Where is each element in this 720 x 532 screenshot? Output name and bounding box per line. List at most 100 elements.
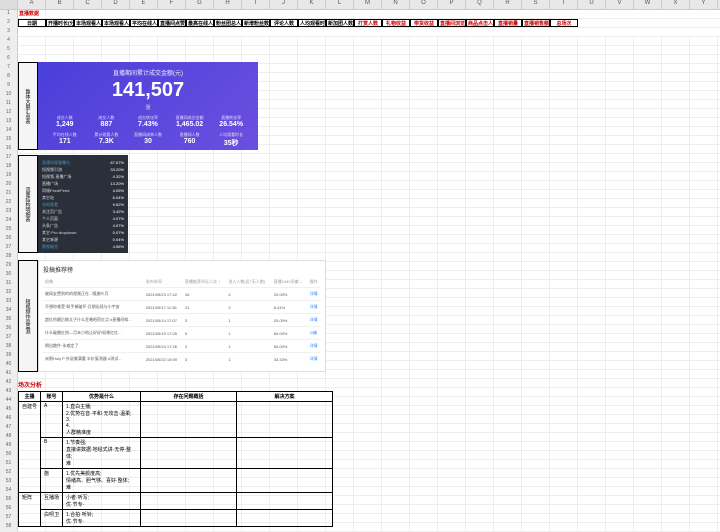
col-X[interactable]: X [662,0,690,9]
detail-link[interactable]: 2/编 [308,327,321,340]
rank-col[interactable]: 直播GMV贡献 ↓ [272,277,308,288]
hdr-cell[interactable]: 商品点击人数 [466,19,494,27]
row-22[interactable]: 22 [0,199,18,208]
row-30[interactable]: 30 [0,271,18,280]
row-24[interactable]: 24 [0,217,18,226]
row-25[interactable]: 25 [0,226,18,235]
col-E[interactable]: E [130,0,158,9]
row-34[interactable]: 34 [0,307,18,316]
col-K[interactable]: K [298,0,326,9]
hdr-cell[interactable]: 直播销售额 [522,19,550,27]
hdr-cell[interactable]: 带货收益 [410,19,438,27]
row-45[interactable]: 45 [0,406,18,415]
row-38[interactable]: 38 [0,343,18,352]
row-52[interactable]: 52 [0,469,18,478]
row-41[interactable]: 41 [0,370,18,379]
row-33[interactable]: 33 [0,298,18,307]
col-A[interactable]: A [18,0,46,9]
row-47[interactable]: 47 [0,424,18,433]
row-28[interactable]: 28 [0,253,18,262]
hdr-cell[interactable]: 本场观看人数 [74,19,102,27]
analysis-row[interactable]: 自建号A1.直白主播; 2.优势在音·平和·无攻击·温柔; 3. 4. 人群精准… [19,402,333,438]
col-C[interactable]: C [74,0,102,9]
row-1[interactable]: 1 [0,10,18,19]
hdr-cell[interactable]: 直播销量 [494,19,522,27]
row-15[interactable]: 15 [0,136,18,145]
hdr-cell[interactable]: 粉丝团总人数 [214,19,242,27]
row-18[interactable]: 18 [0,163,18,172]
detail-link[interactable]: 详情 [308,301,321,314]
col-O[interactable]: O [410,0,438,9]
hdr-cell[interactable]: 日期 [18,19,46,27]
row-58[interactable]: 58 [0,523,18,532]
detail-link[interactable]: 详情 [308,353,321,366]
col-S[interactable]: S [522,0,550,9]
hdr-cell[interactable]: 开播时长(分钟) [46,19,74,27]
hdr-cell[interactable]: 人均观看时长 [298,19,326,27]
row-50[interactable]: 50 [0,451,18,460]
col-N[interactable]: N [382,0,410,9]
analysis-table[interactable]: 主播账号优势是什么存在问题概括解决方案 自建号A1.直白主播; 2.优势在音·平… [18,391,333,527]
row-48[interactable]: 48 [0,433,18,442]
row-7[interactable]: 7 [0,64,18,73]
detail-link[interactable]: 详情 [308,314,321,327]
col-Q[interactable]: Q [466,0,494,9]
hdr-cell[interactable]: 本场观看人次 [102,19,130,27]
col-G[interactable]: G [186,0,214,9]
row-6[interactable]: 6 [0,55,18,64]
analysis-row[interactable]: B1.节奏强; 直接讲数据·地毯式讲·无停·整体; 难 [19,438,333,469]
row-39[interactable]: 39 [0,352,18,361]
col-B[interactable]: B [46,0,74,9]
row-5[interactable]: 5 [0,46,18,55]
rank-col[interactable]: 进入人数(近7天人数) [226,277,271,288]
hdr-cell[interactable]: 总场次 [550,19,578,27]
detail-link[interactable]: 详情 [308,288,321,301]
row-2[interactable]: 2 [0,19,18,28]
row-4[interactable]: 4 [0,37,18,46]
analysis-row[interactable]: 施1.优先美颜度高; 情绪高、胆气够、喜好·整体; 难 [19,469,333,493]
row-43[interactable]: 43 [0,388,18,397]
row-29[interactable]: 29 [0,262,18,271]
row-40[interactable]: 40 [0,361,18,370]
row-10[interactable]: 10 [0,91,18,100]
col-L[interactable]: L [326,0,354,9]
row-9[interactable]: 9 [0,82,18,91]
row-12[interactable]: 12 [0,109,18,118]
corner-cell[interactable] [0,0,18,9]
row-19[interactable]: 19 [0,172,18,181]
col-H[interactable]: H [214,0,242,9]
hdr-cell[interactable]: 直播间点赞数 [158,19,186,27]
col-Y[interactable]: Y [690,0,718,9]
col-W[interactable]: W [634,0,662,9]
col-I[interactable]: I [242,0,270,9]
hdr-cell[interactable]: 打赏人数 [354,19,382,27]
row-36[interactable]: 36 [0,325,18,334]
col-F[interactable]: F [158,0,186,9]
row-37[interactable]: 37 [0,334,18,343]
row-17[interactable]: 17 [0,154,18,163]
row-3[interactable]: 3 [0,28,18,37]
row-42[interactable]: 42 [0,379,18,388]
rank-col[interactable]: 操作 [308,277,321,288]
hdr-cell[interactable]: 新增粉丝数 [242,19,270,27]
row-46[interactable]: 46 [0,415,18,424]
col-J[interactable]: J [270,0,298,9]
row-21[interactable]: 21 [0,190,18,199]
hdr-cell[interactable]: 礼物收益 [382,19,410,27]
rank-col[interactable]: 投稿 [43,277,144,288]
col-T[interactable]: T [550,0,578,9]
row-49[interactable]: 49 [0,442,18,451]
detail-link[interactable]: 详情 [308,340,321,353]
row-32[interactable]: 32 [0,289,18,298]
hdr-cell[interactable]: 直播间浏览量 [438,19,466,27]
row-53[interactable]: 53 [0,478,18,487]
analysis-row[interactable]: 矩阵互播场小者·听写; 优·节专· [19,493,333,510]
row-16[interactable]: 16 [0,145,18,154]
row-56[interactable]: 56 [0,505,18,514]
row-55[interactable]: 55 [0,496,18,505]
row-23[interactable]: 23 [0,208,18,217]
row-8[interactable]: 8 [0,73,18,82]
col-M[interactable]: M [354,0,382,9]
rank-col[interactable]: 直播推荐评论人次 ↓ [183,277,226,288]
col-V[interactable]: V [606,0,634,9]
